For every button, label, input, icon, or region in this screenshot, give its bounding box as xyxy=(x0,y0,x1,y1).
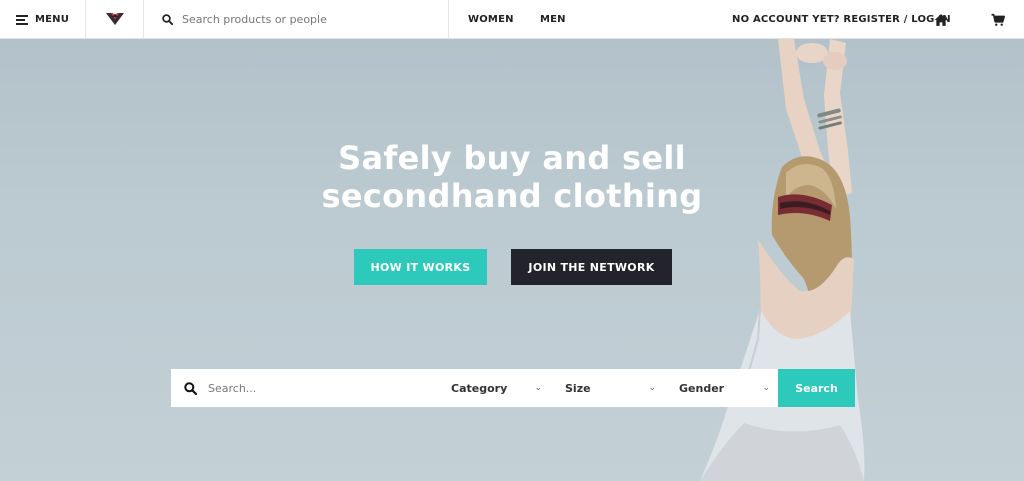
brand-logo-icon xyxy=(105,13,124,25)
header-search xyxy=(144,0,449,39)
nav-link-men[interactable]: MEN xyxy=(540,14,566,25)
search-icon xyxy=(162,13,173,25)
filter-search-input[interactable] xyxy=(208,381,418,395)
size-select-label: Size xyxy=(565,381,591,395)
hero-banner: Safely buy and sell secondhand clothing … xyxy=(0,39,1024,481)
hero-photo-woman xyxy=(700,39,865,481)
menu-button[interactable]: MENU xyxy=(0,0,86,39)
chevron-down-icon: ⌄ xyxy=(762,383,770,393)
size-select[interactable]: Size ⌄ xyxy=(550,369,664,407)
header-search-input[interactable] xyxy=(182,12,442,26)
filter-search-button[interactable]: Search xyxy=(778,369,855,407)
chevron-down-icon: ⌄ xyxy=(648,383,656,393)
menu-icon xyxy=(15,14,28,25)
hero-title-line-2: secondhand clothing xyxy=(321,177,703,215)
menu-label: MENU xyxy=(34,13,70,25)
filter-search xyxy=(171,369,436,407)
category-select[interactable]: Category ⌄ xyxy=(436,369,550,407)
category-select-label: Category xyxy=(451,381,508,395)
hero-title: Safely buy and sell secondhand clothing xyxy=(312,139,712,215)
home-icon[interactable] xyxy=(934,13,948,27)
brand-logo[interactable] xyxy=(86,0,144,39)
cart-icon[interactable] xyxy=(991,13,1005,27)
how-it-works-button[interactable]: HOW IT WORKS xyxy=(354,249,487,285)
gender-select[interactable]: Gender ⌄ xyxy=(664,369,778,407)
join-network-button[interactable]: JOIN THE NETWORK xyxy=(511,249,672,285)
nav-link-women[interactable]: WOMEN xyxy=(468,14,514,25)
hero-title-line-1: Safely buy and sell xyxy=(338,139,686,177)
top-navigation-bar: MENU WOMEN MEN NO ACCOUNT YET? REGISTER … xyxy=(0,0,1024,39)
product-filter-bar: Category ⌄ Size ⌄ Gender ⌄ Search xyxy=(171,369,855,407)
gender-select-label: Gender xyxy=(679,381,725,395)
search-icon xyxy=(184,381,197,395)
chevron-down-icon: ⌄ xyxy=(534,383,542,393)
register-login-link[interactable]: NO ACCOUNT YET? REGISTER / LOG IN xyxy=(732,14,951,25)
